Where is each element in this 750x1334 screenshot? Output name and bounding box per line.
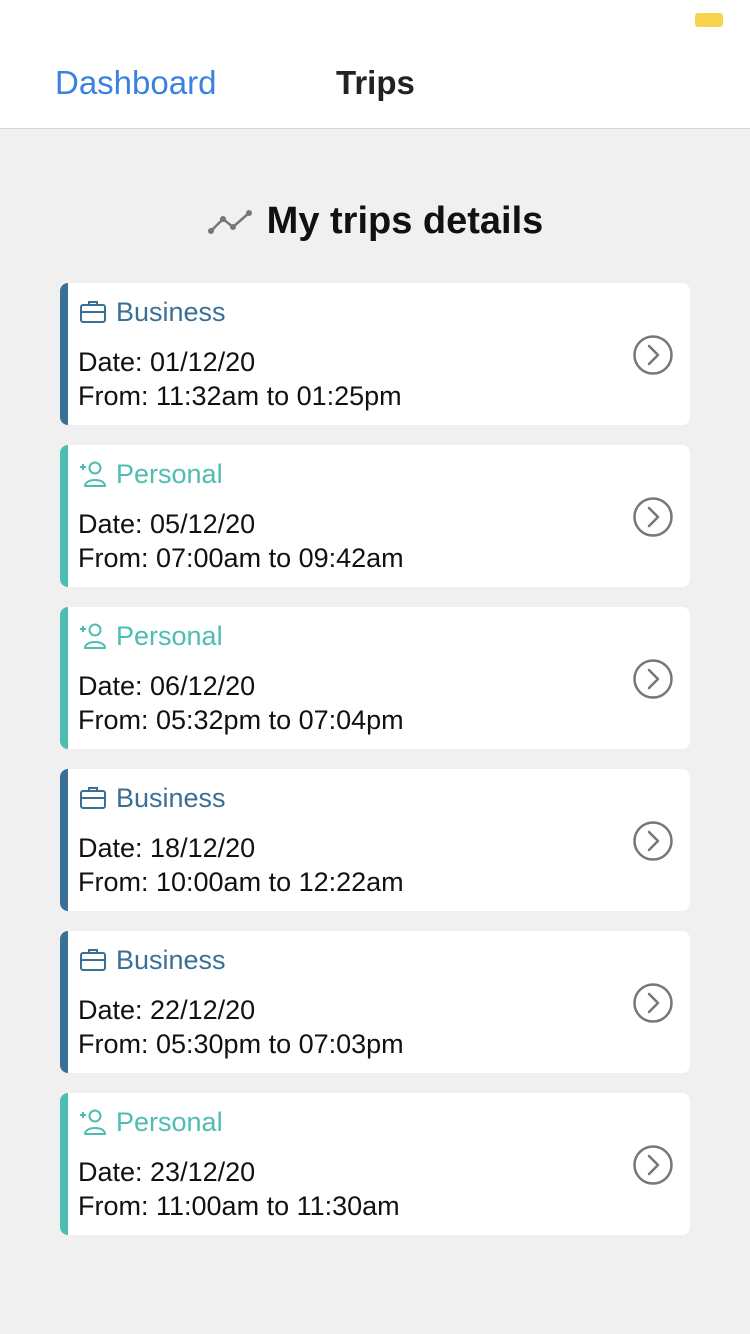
page-heading: My trips details [0, 196, 750, 246]
trip-card[interactable]: Business Date: 01/12/20 From: 11:32am to… [60, 283, 690, 425]
trip-card[interactable]: Business Date: 18/12/20 From: 10:00am to… [60, 769, 690, 911]
trip-type: Personal [78, 1105, 223, 1139]
trip-type-label: Personal [116, 1106, 223, 1137]
trip-type-accent [60, 769, 68, 911]
trip-type-accent [60, 283, 68, 425]
trip-time-range: From: 10:00am to 12:22am [78, 867, 404, 897]
trip-time-range: From: 11:32am to 01:25pm [78, 381, 402, 411]
trip-type-label: Business [116, 296, 226, 327]
chevron-right-circle-icon[interactable] [632, 658, 674, 700]
chevron-right-circle-icon[interactable] [632, 496, 674, 538]
trip-type: Business [78, 781, 226, 815]
trip-type-label: Personal [116, 458, 223, 489]
briefcase-icon [80, 949, 106, 971]
chevron-right-circle-icon[interactable] [632, 1144, 674, 1186]
navigation-bar: Dashboard Trips [0, 40, 750, 129]
trip-type: Business [78, 943, 226, 977]
trip-type-label: Business [116, 782, 226, 813]
trip-time-range: From: 05:32pm to 07:04pm [78, 705, 404, 735]
chevron-right-circle-icon[interactable] [632, 820, 674, 862]
trip-card[interactable]: Business Date: 22/12/20 From: 05:30pm to… [60, 931, 690, 1073]
trip-type-label: Personal [116, 620, 223, 651]
trips-tab[interactable]: Trips [336, 64, 415, 102]
briefcase-icon [80, 301, 106, 323]
add-user-icon [80, 461, 106, 487]
trip-date: Date: 18/12/20 [78, 833, 256, 863]
trip-card[interactable]: Personal Date: 23/12/20 From: 11:00am to… [60, 1093, 690, 1235]
dashboard-tab[interactable]: Dashboard [55, 64, 216, 102]
trip-type-label: Business [116, 944, 226, 975]
trip-type-accent [60, 445, 68, 587]
trip-date: Date: 05/12/20 [78, 509, 256, 539]
trip-type: Business [78, 295, 226, 329]
battery-icon [695, 13, 723, 27]
trip-type-accent [60, 607, 68, 749]
trip-time-range: From: 11:00am to 11:30am [78, 1191, 400, 1221]
trip-type-accent [60, 931, 68, 1073]
briefcase-icon [80, 787, 106, 809]
status-bar [0, 0, 750, 40]
trip-type: Personal [78, 619, 223, 653]
trip-date: Date: 22/12/20 [78, 995, 256, 1025]
chevron-right-circle-icon[interactable] [632, 334, 674, 376]
trip-date: Date: 01/12/20 [78, 347, 256, 377]
trip-type: Personal [78, 457, 223, 491]
trip-type-accent [60, 1093, 68, 1235]
trip-card[interactable]: Personal Date: 05/12/20 From: 07:00am to… [60, 445, 690, 587]
page-title: My trips details [266, 199, 544, 242]
add-user-icon [80, 623, 106, 649]
trip-card[interactable]: Personal Date: 06/12/20 From: 05:32pm to… [60, 607, 690, 749]
add-user-icon [80, 1109, 106, 1135]
trip-time-range: From: 07:00am to 09:42am [78, 543, 404, 573]
trend-line-icon [207, 210, 252, 234]
trip-date: Date: 06/12/20 [78, 671, 256, 701]
chevron-right-circle-icon[interactable] [632, 982, 674, 1024]
trip-date: Date: 23/12/20 [78, 1157, 256, 1187]
trip-time-range: From: 05:30pm to 07:03pm [78, 1029, 404, 1059]
